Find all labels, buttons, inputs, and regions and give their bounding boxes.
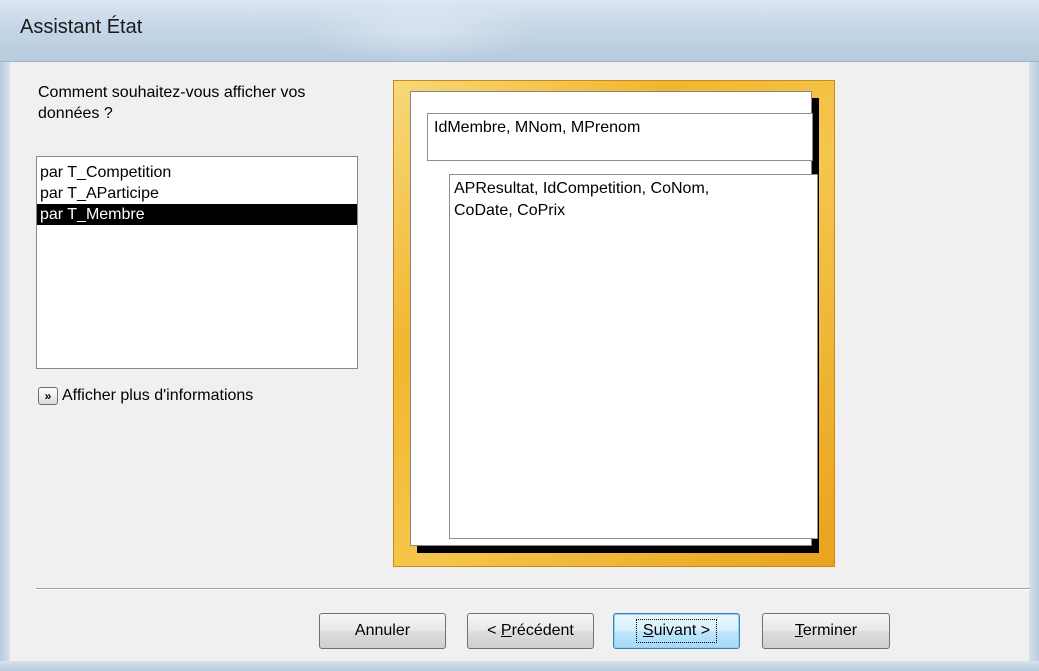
button-separator: [36, 588, 1030, 590]
finish-button-mnemonic: T: [794, 622, 803, 639]
title-bar[interactable]: Assistant État: [0, 0, 1039, 62]
grouping-listbox[interactable]: par T_Competition par T_AParticipe par T…: [36, 156, 358, 369]
previous-button-label: < Précédent: [481, 620, 580, 642]
window-frame-right: [1029, 62, 1039, 671]
detail-fields-line-2: CoDate, CoPrix: [454, 202, 566, 219]
preview-page: IdMembre, MNom, MPrenom APResultat, IdCo…: [410, 91, 818, 546]
title-bar-glass: [300, 0, 540, 62]
preview-group-header: IdMembre, MNom, MPrenom: [427, 113, 813, 161]
previous-button-prefix: <: [487, 622, 501, 639]
next-button-mnemonic: S: [642, 622, 654, 639]
window-title: Assistant État: [20, 16, 143, 38]
show-more-info-label[interactable]: Afficher plus d'informations: [62, 387, 253, 405]
preview-detail-section: APResultat, IdCompetition, CoNom, CoDate…: [449, 174, 818, 539]
report-preview-frame: IdMembre, MNom, MPrenom APResultat, IdCo…: [393, 80, 835, 567]
next-button-label: Suivant >: [635, 619, 718, 643]
cancel-button[interactable]: Annuler: [319, 613, 446, 649]
list-item-t-membre[interactable]: par T_Membre: [37, 204, 357, 225]
detail-fields-line-1: APResultat, IdCompetition, CoNom,: [454, 180, 710, 197]
cancel-button-label: Annuler: [354, 622, 411, 639]
show-more-info-link[interactable]: » Afficher plus d'informations: [38, 385, 253, 407]
next-button-rest: uivant >: [653, 622, 711, 639]
list-item-t-competition[interactable]: par T_Competition: [37, 162, 357, 183]
finish-button[interactable]: Terminer: [762, 613, 890, 649]
window-frame-bottom: [0, 661, 1039, 671]
next-button[interactable]: Suivant >: [613, 613, 740, 649]
finish-button-label: Terminer: [789, 620, 863, 642]
double-chevron-right-icon[interactable]: »: [38, 387, 58, 405]
previous-button[interactable]: < Précédent: [467, 613, 594, 649]
list-item-t-aparticipe[interactable]: par T_AParticipe: [37, 183, 357, 204]
report-wizard-dialog: Assistant État Comment souhaitez-vous af…: [0, 0, 1039, 671]
previous-button-mnemonic: P: [500, 622, 512, 639]
question-label: Comment souhaitez-vous afficher vos donn…: [38, 84, 306, 122]
finish-button-rest: erminer: [802, 622, 858, 639]
group-fields-text: IdMembre, MNom, MPrenom: [434, 119, 641, 136]
previous-button-rest: récédent: [511, 622, 574, 639]
window-frame-left: [0, 62, 10, 671]
